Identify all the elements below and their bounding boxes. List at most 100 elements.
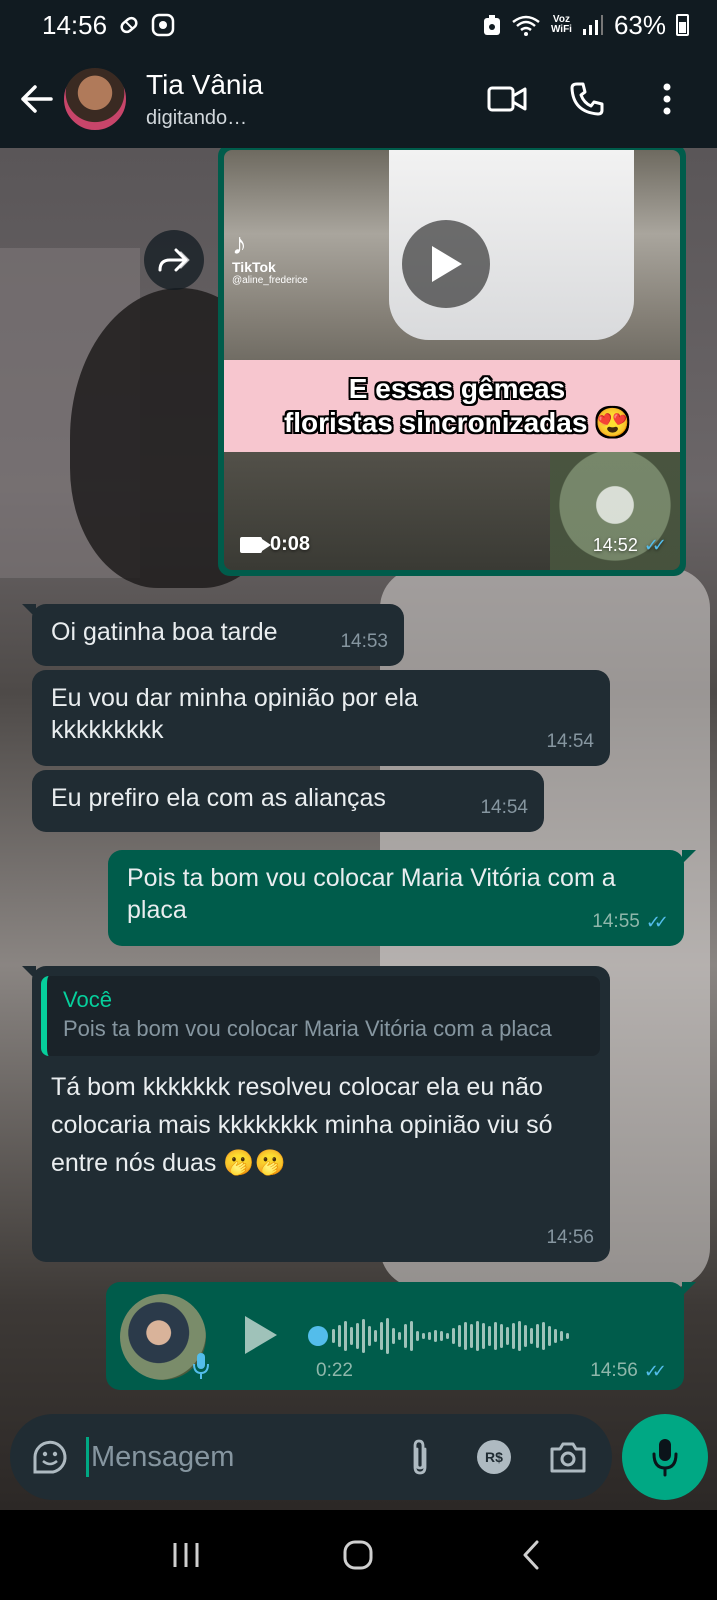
sticker-icon — [33, 1440, 67, 1474]
back-nav-button[interactable] — [501, 1525, 561, 1585]
battery-icon — [676, 14, 689, 36]
video-caption: E essas gêmeas floristas sincronizadas 😍 — [224, 360, 680, 452]
waveform-bar — [416, 1331, 419, 1341]
chevron-left-icon — [523, 1540, 539, 1570]
video-camera-icon — [487, 86, 527, 112]
message-meta: 14:53 — [340, 626, 388, 658]
waveform-bar — [440, 1331, 443, 1341]
waveform-bar — [368, 1326, 371, 1346]
waveform-bar — [518, 1321, 521, 1351]
wifi-icon — [511, 14, 541, 36]
waveform-bar — [350, 1327, 353, 1345]
camera-button[interactable] — [546, 1435, 590, 1479]
record-voice-button[interactable] — [622, 1414, 708, 1500]
waveform-bar — [524, 1325, 527, 1347]
read-ticks-icon: ✓✓ — [643, 1360, 667, 1381]
video-duration: 0:08 — [240, 533, 310, 556]
waveform-bar — [458, 1325, 461, 1347]
message-meta: 14:55 ✓✓ — [592, 906, 669, 938]
message-time: 14:54 — [546, 731, 594, 752]
home-icon — [343, 1540, 373, 1570]
play-icon — [432, 246, 462, 282]
waveform-bar — [560, 1331, 563, 1341]
waveform-bar — [542, 1322, 545, 1350]
waveform-bar — [446, 1333, 449, 1339]
waveform-bar — [374, 1330, 377, 1342]
mic-icon — [193, 1353, 209, 1379]
waveform-bar — [470, 1324, 473, 1348]
waveform-bar — [476, 1321, 479, 1351]
waveform-bar — [338, 1325, 341, 1347]
audio-waveform[interactable] — [332, 1312, 662, 1360]
message-text: Tá bom kkkkkkk resolveu colocar ela eu n… — [51, 1073, 553, 1177]
waveform-bar — [548, 1326, 551, 1346]
play-audio-button[interactable] — [238, 1310, 282, 1360]
recent-apps-button[interactable] — [156, 1525, 216, 1585]
message-text: Eu vou dar minha opinião por ela kkkkkkk… — [51, 684, 418, 744]
waveform-bar — [554, 1329, 557, 1343]
waveform-bar — [332, 1329, 335, 1343]
waveform-bar — [488, 1326, 491, 1346]
message-text: Eu prefiro ela com as alianças — [51, 784, 386, 812]
waveform-bar — [356, 1323, 359, 1349]
waveform-bar — [536, 1324, 539, 1348]
forward-icon — [158, 248, 190, 272]
video-message[interactable]: ♪ TikTok @aline_frederice E essas gêmeas… — [218, 148, 686, 576]
back-button[interactable] — [10, 69, 62, 129]
whatsapp-icon — [151, 13, 175, 37]
incoming-message[interactable]: Oi gatinha boa tarde 14:53 — [22, 604, 404, 666]
recent-apps-icon — [173, 1543, 199, 1567]
contact-avatar[interactable] — [62, 66, 128, 132]
voice-call-button[interactable] — [563, 75, 611, 123]
attach-button[interactable] — [398, 1435, 442, 1479]
signal-icon — [582, 14, 604, 36]
incoming-message[interactable]: Eu prefiro ela com as alianças 14:54 — [32, 770, 544, 832]
waveform-bar — [506, 1327, 509, 1345]
play-video-button[interactable] — [402, 220, 490, 308]
incoming-message[interactable]: Eu vou dar minha opinião por ela kkkkkkk… — [32, 670, 610, 766]
video-camera-icon — [240, 536, 262, 553]
battery-percent: 63% — [613, 9, 666, 40]
read-ticks-icon: ✓✓ — [645, 912, 669, 932]
waveform-bar — [434, 1330, 437, 1342]
message-meta: 14:54 — [546, 726, 594, 758]
incoming-reply-message[interactable]: Você Pois ta bom vou colocar Maria Vitór… — [22, 966, 610, 1262]
message-time: 14:53 — [340, 631, 388, 652]
video-call-button[interactable] — [483, 75, 531, 123]
voice-message[interactable]: 0:22 14:56 ✓✓ — [106, 1282, 696, 1390]
message-meta: 14:52 ✓✓ — [593, 535, 667, 556]
chat-area[interactable]: ♪ TikTok @aline_frederice E essas gêmeas… — [0, 148, 717, 1510]
sticker-button[interactable] — [28, 1435, 72, 1479]
play-icon — [245, 1316, 277, 1354]
tag-icon — [117, 13, 141, 37]
payment-button[interactable]: R$ — [472, 1435, 516, 1479]
message-input[interactable] — [91, 1440, 361, 1474]
waveform-bar — [482, 1323, 485, 1349]
audio-scrubber[interactable] — [308, 1326, 328, 1346]
voz-wifi-indicator: Voz WiFi — [550, 14, 572, 35]
waveform-bar — [410, 1321, 413, 1351]
contact-info[interactable]: Tia Vânia digitando… — [146, 69, 263, 130]
home-button[interactable] — [328, 1525, 388, 1585]
outgoing-message[interactable]: Pois ta bom vou colocar Maria Vitória co… — [108, 850, 696, 946]
more-vertical-icon — [663, 83, 671, 115]
quoted-message[interactable]: Você Pois ta bom vou colocar Maria Vitór… — [41, 976, 600, 1056]
forward-button[interactable] — [144, 230, 204, 290]
waveform-bar — [386, 1318, 389, 1354]
audio-duration: 0:22 — [316, 1360, 353, 1381]
waveform-bar — [512, 1323, 515, 1349]
more-options-button[interactable] — [643, 75, 691, 123]
waveform-bar — [566, 1333, 569, 1339]
waveform-bar — [380, 1322, 383, 1350]
caption-line: floristas sincronizadas 😍 — [283, 407, 631, 438]
waveform-bar — [464, 1322, 467, 1350]
chat-header: Tia Vânia digitando… — [0, 50, 717, 148]
message-time: 14:54 — [480, 797, 528, 818]
status-bar: 14:56 Voz WiFi 63% — [0, 0, 717, 50]
video-thumbnail[interactable]: ♪ TikTok @aline_frederice E essas gêmeas… — [224, 150, 680, 570]
contact-status: digitando… — [146, 106, 248, 129]
waveform-bar — [530, 1328, 533, 1344]
contact-name: Tia Vânia — [146, 68, 264, 100]
tiktok-icon: ♪ — [232, 228, 247, 261]
waveform-bar — [398, 1332, 401, 1340]
